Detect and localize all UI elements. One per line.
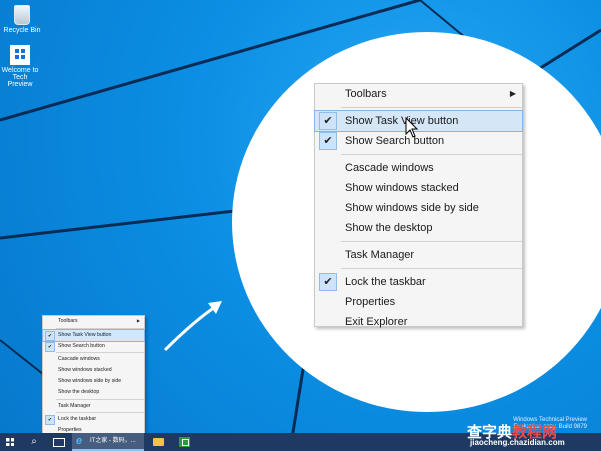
desktop-icon-label: Recycle Bin bbox=[3, 27, 41, 34]
small-menu-item-show-task-view-button[interactable]: ✔ Show Task View button bbox=[42, 328, 145, 342]
menu-item-label: Show the desktop bbox=[58, 388, 100, 395]
taskbar-context-menu: Toolbars ▶ ✔ Show Task View button ✔ Show Sea… bbox=[42, 315, 145, 444]
desktop-icon-label: Welcome to Tech Preview bbox=[1, 67, 39, 88]
menu-separator bbox=[56, 327, 144, 329]
menu-separator bbox=[341, 107, 522, 108]
mouse-cursor-icon bbox=[405, 117, 419, 138]
menu-separator bbox=[56, 352, 144, 354]
menu-separator bbox=[56, 412, 144, 414]
desktop-icon-welcome[interactable]: Welcome to Tech Preview bbox=[0, 45, 40, 88]
menu-item-label: Lock the taskbar bbox=[58, 416, 97, 423]
small-menu-item-cascade-windows[interactable]: Cascade windows bbox=[43, 354, 144, 365]
menu-separator bbox=[56, 398, 144, 400]
menu-item-cascade-windows[interactable]: Cascade windows bbox=[315, 158, 522, 178]
menu-item-label: Toolbars bbox=[58, 318, 78, 324]
internet-explorer-icon: e bbox=[76, 435, 83, 447]
menu-item-properties[interactable]: Properties bbox=[315, 292, 522, 312]
small-menu-item-task-manager[interactable]: Task Manager bbox=[43, 401, 144, 412]
checkmark-icon: ✔ bbox=[319, 132, 337, 150]
small-menu-item-show-windows-side-by-side[interactable]: Show windows side by side bbox=[43, 376, 144, 387]
menu-item-label: Show windows side by side bbox=[345, 202, 479, 214]
menu-item-label: Show Search button bbox=[58, 342, 105, 349]
checkmark-icon: ✔ bbox=[319, 273, 337, 291]
menu-item-show-windows-side-by-side[interactable]: Show windows side by side bbox=[315, 198, 522, 218]
search-icon[interactable]: ⌕ bbox=[24, 433, 44, 451]
pointer-arrow bbox=[163, 301, 222, 352]
menu-item-label: Cascade windows bbox=[345, 162, 434, 174]
small-menu-item-show-search-button[interactable]: ✔ Show Search button bbox=[43, 341, 144, 352]
menu-item-label: Show windows stacked bbox=[345, 182, 459, 194]
windows-start-icon[interactable] bbox=[0, 433, 22, 451]
menu-separator bbox=[341, 154, 522, 155]
ie-window-title: IT之家 - 数码，... bbox=[90, 438, 136, 444]
menu-item-label: Properties bbox=[345, 296, 396, 308]
menu-item-label: Cascade windows bbox=[58, 356, 100, 363]
menu-item-label: Task Manager bbox=[58, 402, 91, 409]
internet-explorer-taskbar-button[interactable]: e IT之家 - 数码，... bbox=[72, 433, 144, 451]
checkmark-icon: ✔ bbox=[319, 112, 337, 130]
site-url: jiaocheng.chazidian.com bbox=[470, 438, 565, 447]
submenu-arrow-icon: ▶ bbox=[509, 89, 516, 98]
file-explorer-icon[interactable] bbox=[148, 433, 170, 451]
desktop-icon-recycle-bin[interactable]: Recycle Bin bbox=[2, 5, 42, 34]
menu-item-label: Toolbars bbox=[345, 88, 387, 100]
store-icon[interactable] bbox=[174, 433, 196, 451]
small-menu-item-show-the-desktop[interactable]: Show the desktop bbox=[43, 387, 144, 398]
recycle-bin-icon bbox=[14, 5, 30, 25]
menu-item-label: Show Search button bbox=[345, 135, 445, 147]
submenu-arrow-icon: ▶ bbox=[136, 318, 140, 323]
desktop[interactable]: Recycle Bin Welcome to Tech Preview Tool… bbox=[0, 0, 601, 451]
menu-item-label: Show windows stacked bbox=[58, 367, 112, 374]
windows-logo-icon bbox=[10, 45, 30, 65]
menu-item-label: Lock the taskbar bbox=[345, 276, 426, 288]
menu-item-label: Show windows side by side bbox=[58, 377, 122, 384]
task-view-icon[interactable] bbox=[48, 433, 70, 451]
checkmark-icon: ✔ bbox=[45, 341, 55, 352]
menu-item-lock-the-taskbar[interactable]: ✔ Lock the taskbar bbox=[315, 272, 522, 292]
menu-separator bbox=[341, 268, 522, 269]
menu-item-toolbars[interactable]: Toolbars ▶ bbox=[315, 84, 522, 104]
small-menu-item-lock-the-taskbar[interactable]: ✔ Lock the taskbar bbox=[43, 414, 144, 426]
checkmark-icon: ✔ bbox=[45, 415, 55, 426]
checkmark-icon: ✔ bbox=[45, 330, 55, 341]
menu-item-task-manager[interactable]: Task Manager bbox=[315, 245, 522, 265]
menu-item-show-the-desktop[interactable]: Show the desktop bbox=[315, 218, 522, 238]
menu-item-label: Show Task View button bbox=[58, 331, 112, 338]
menu-item-show-windows-stacked[interactable]: Show windows stacked bbox=[315, 178, 522, 198]
menu-item-label: Exit Explorer bbox=[345, 316, 408, 328]
menu-item-label: Show Task View button bbox=[345, 115, 459, 127]
menu-item-label: Show the desktop bbox=[345, 222, 433, 234]
small-menu-item-show-windows-stacked[interactable]: Show windows stacked bbox=[43, 365, 144, 376]
menu-separator bbox=[341, 241, 522, 242]
menu-item-label: Task Manager bbox=[345, 249, 415, 261]
small-menu-item-toolbars[interactable]: Toolbars ▶ bbox=[43, 316, 144, 327]
menu-item-exit-explorer[interactable]: Exit Explorer bbox=[315, 312, 522, 332]
